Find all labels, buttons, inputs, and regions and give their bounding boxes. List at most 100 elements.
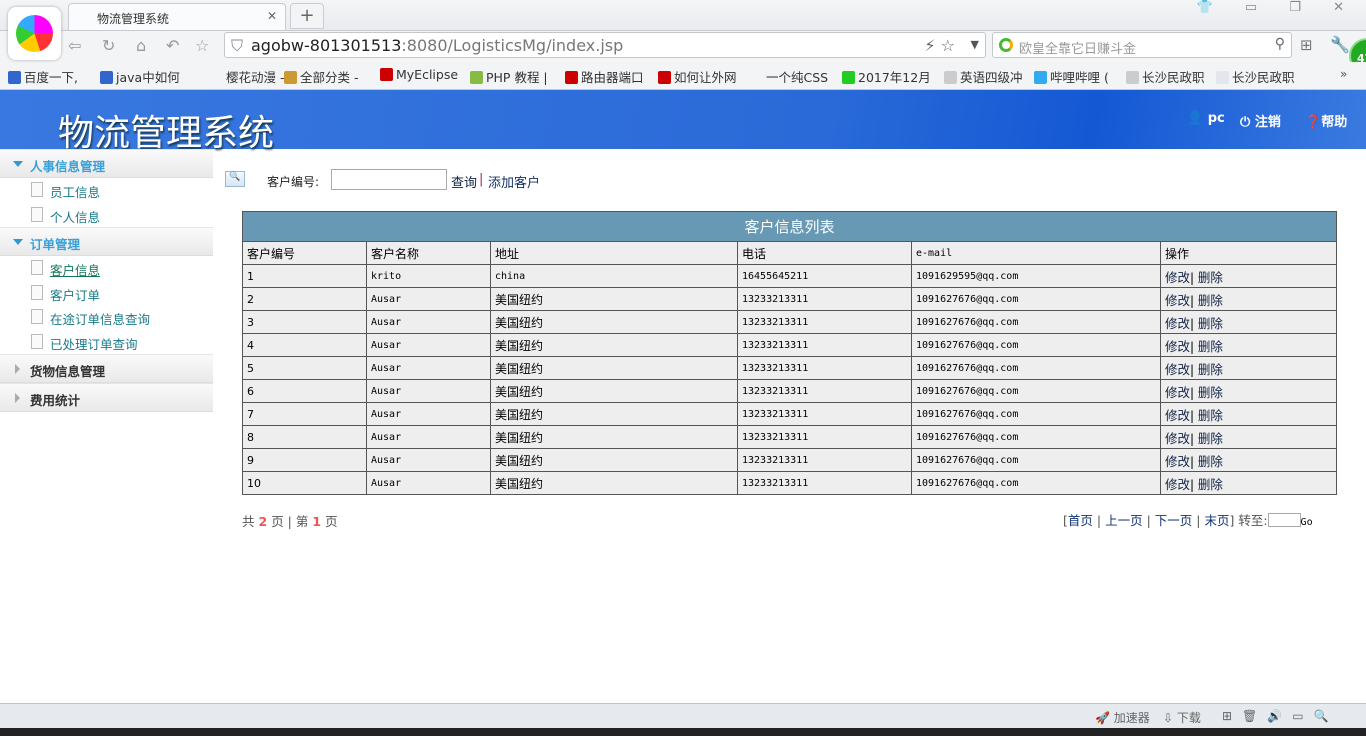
search-input[interactable]: 欧皇全靠它日赚斗金 ⚲ xyxy=(992,32,1292,58)
edit-link[interactable]: 修改 xyxy=(1165,431,1190,446)
search-icon[interactable]: ⚲ xyxy=(1275,36,1285,52)
table-cell: 13233213311 xyxy=(737,425,912,449)
delete-link[interactable]: 删除 xyxy=(1198,408,1223,423)
customer-id-label: 客户编号: xyxy=(267,175,320,189)
bookmark-item[interactable]: 全部分类 - xyxy=(284,67,358,86)
delete-link[interactable]: 删除 xyxy=(1198,339,1223,354)
bookmark-item[interactable]: 英语四级冲 xyxy=(944,67,1023,86)
bookmark-item[interactable]: 如何让外网 xyxy=(658,67,737,86)
bookmark-item[interactable]: 长沙民政职 xyxy=(1126,67,1205,86)
bookmark-item[interactable]: 路由器端口 xyxy=(565,67,644,86)
sidebar-item[interactable]: 员工信息 xyxy=(0,178,213,203)
sidebar-item[interactable]: 在途订单信息查询 xyxy=(0,305,213,330)
status-tools-icons[interactable]: ⊞🗑🔊▭🔍 xyxy=(1222,709,1339,723)
delete-link[interactable]: 删除 xyxy=(1198,362,1223,377)
bookmark-item[interactable]: 2017年12月 xyxy=(842,67,931,86)
refresh-icon[interactable]: ↻ xyxy=(102,36,115,55)
table-cell: 美国纽约 xyxy=(490,448,738,472)
query-link[interactable]: 查询 xyxy=(451,172,477,191)
bookmark-icon xyxy=(1126,71,1139,84)
actions-cell: 修改| 删除 xyxy=(1160,356,1337,380)
bookmark-item[interactable]: 长沙民政职 xyxy=(1216,67,1295,86)
home-icon[interactable]: ⌂ xyxy=(136,36,146,55)
sidebar-item[interactable]: 客户订单 xyxy=(0,281,213,306)
last-page-link[interactable]: 末页 xyxy=(1204,513,1229,528)
column-header: 操作 xyxy=(1160,241,1337,265)
sidebar-group[interactable]: 货物信息管理 xyxy=(0,354,213,383)
table-row: 7 Ausar 美国纽约 13233213311 1091627676@qq.com 修改… xyxy=(242,402,1337,426)
download-button[interactable]: ⇩ 下载 xyxy=(1163,709,1201,726)
table-cell: 1091627676@qq.com xyxy=(911,425,1161,449)
address-bar[interactable]: ⛉ agobw-801301513:8080/LogisticsMg/index.… xyxy=(224,32,986,58)
goto-page-input[interactable] xyxy=(1267,513,1301,527)
edit-link[interactable]: 修改 xyxy=(1165,293,1190,308)
browser-logo[interactable] xyxy=(8,7,61,60)
table-cell: Ausar xyxy=(366,356,491,380)
prev-page-link[interactable]: 上一页 xyxy=(1105,513,1143,528)
wrench-icon[interactable]: 🔧 xyxy=(1330,35,1350,54)
sidebar-group[interactable]: 费用统计 xyxy=(0,383,213,412)
accelerator-button[interactable]: 🚀 加速器 xyxy=(1095,709,1150,726)
actions-cell: 修改| 删除 xyxy=(1160,333,1337,357)
sidebar-item[interactable]: 个人信息 xyxy=(0,203,213,228)
next-page-link[interactable]: 下一页 xyxy=(1155,513,1193,528)
delete-link[interactable]: 删除 xyxy=(1198,431,1223,446)
table-cell: 美国纽约 xyxy=(490,333,738,357)
help-link[interactable]: ❓帮助 xyxy=(1305,111,1347,130)
delete-link[interactable]: 删除 xyxy=(1198,477,1223,492)
back-icon[interactable]: ⇦ xyxy=(68,36,81,55)
search-icon[interactable]: 🔍 xyxy=(225,171,245,187)
edit-link[interactable]: 修改 xyxy=(1165,454,1190,469)
bookmark-item[interactable]: PHP 教程 | xyxy=(470,67,548,86)
undo-icon[interactable]: ↶ xyxy=(166,36,179,55)
bookmark-item[interactable]: 一个纯CSS xyxy=(750,67,828,86)
delete-link[interactable]: 删除 xyxy=(1198,385,1223,400)
table-cell: Ausar xyxy=(366,287,491,311)
customer-id-input[interactable] xyxy=(331,169,447,190)
delete-link[interactable]: 删除 xyxy=(1198,454,1223,469)
edit-link[interactable]: 修改 xyxy=(1165,385,1190,400)
table-cell: 8 xyxy=(242,425,367,449)
bookmark-icon xyxy=(1034,71,1047,84)
new-tab-button[interactable]: + xyxy=(290,3,324,29)
sidebar-item[interactable]: 已处理订单查询 xyxy=(0,330,213,355)
extensions-icon[interactable]: ⊞ xyxy=(1300,36,1313,54)
close-tab-icon[interactable]: ✕ xyxy=(267,9,277,23)
bookmark-item[interactable]: java中如何 xyxy=(100,67,180,86)
edit-link[interactable]: 修改 xyxy=(1165,339,1190,354)
star-icon[interactable]: ⚡ ☆ xyxy=(924,36,955,55)
table-row: 6 Ausar 美国纽约 13233213311 1091627676@qq.com 修改… xyxy=(242,379,1337,403)
edit-link[interactable]: 修改 xyxy=(1165,477,1190,492)
bookmark-item[interactable]: 樱花动漫 - xyxy=(210,67,284,86)
edit-link[interactable]: 修改 xyxy=(1165,362,1190,377)
delete-link[interactable]: 删除 xyxy=(1198,316,1223,331)
sidebar-group[interactable]: 人事信息管理 xyxy=(0,149,213,178)
table-cell: 1091627676@qq.com xyxy=(911,471,1161,495)
browser-tab[interactable]: 物流管理系统 ✕ xyxy=(68,3,286,31)
document-icon xyxy=(31,182,43,197)
delete-link[interactable]: 删除 xyxy=(1198,293,1223,308)
first-page-link[interactable]: 首页 xyxy=(1068,513,1093,528)
user-link[interactable]: 👤 pc xyxy=(1187,111,1225,126)
delete-link[interactable]: 删除 xyxy=(1198,270,1223,285)
sidebar-group[interactable]: 订单管理 xyxy=(0,227,213,256)
add-customer-link[interactable]: 添加客户 xyxy=(488,172,540,191)
user-icon: 👤 xyxy=(1187,111,1204,126)
column-header: 地址 xyxy=(490,241,738,265)
sidebar-item[interactable]: 客户信息 xyxy=(0,256,213,281)
bookmark-item[interactable]: 百度一下, xyxy=(8,67,78,86)
edit-link[interactable]: 修改 xyxy=(1165,316,1190,331)
bookmark-item[interactable]: MyEclipse xyxy=(380,67,458,82)
edit-link[interactable]: 修改 xyxy=(1165,270,1190,285)
dropdown-icon[interactable]: ▼ xyxy=(971,38,979,51)
table-cell: 13233213311 xyxy=(737,356,912,380)
go-button[interactable]: Go xyxy=(1301,517,1313,528)
favorite-icon[interactable]: ☆ xyxy=(195,36,209,55)
goto-label: 转至: xyxy=(1238,513,1268,528)
logout-link[interactable]: ⏻ 注销 xyxy=(1240,111,1281,130)
window-controls[interactable]: 👕 ▭ ❐ ✕ xyxy=(1197,0,1358,15)
caret-right-icon xyxy=(15,393,20,403)
more-bookmarks-icon[interactable]: » xyxy=(1340,67,1347,81)
edit-link[interactable]: 修改 xyxy=(1165,408,1190,423)
bookmark-item[interactable]: 哔哩哔哩 ( xyxy=(1034,67,1109,86)
